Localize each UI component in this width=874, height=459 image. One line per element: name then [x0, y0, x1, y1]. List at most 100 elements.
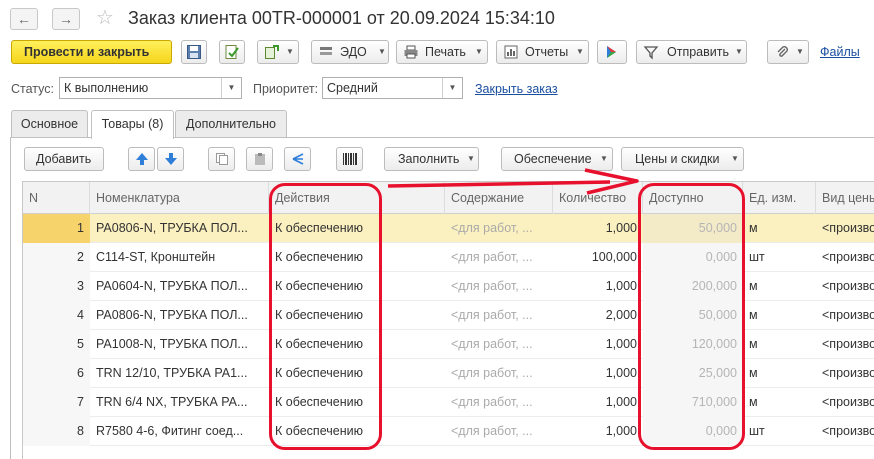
- cell-item[interactable]: PA1008-N, ТРУБКА ПОЛ...: [90, 330, 269, 359]
- cell-content[interactable]: <для работ, ...: [445, 243, 553, 272]
- save-button[interactable]: [181, 40, 207, 64]
- files-link[interactable]: Файлы: [820, 45, 860, 59]
- cell-unit[interactable]: шт: [743, 417, 816, 446]
- cell-content[interactable]: <для работ, ...: [445, 272, 553, 301]
- table-row[interactable]: 6 TRN 12/10, ТРУБКА PA1... К обеспечению <д…: [23, 359, 874, 388]
- column-header-unit[interactable]: Ед. изм.: [743, 182, 816, 214]
- cell-quantity[interactable]: 1,000: [553, 359, 643, 388]
- split-line-button[interactable]: [284, 147, 311, 171]
- cell-content[interactable]: <для работ, ...: [445, 388, 553, 417]
- cell-quantity[interactable]: 2,000: [553, 301, 643, 330]
- paste-button[interactable]: [246, 147, 273, 171]
- cell-price-type[interactable]: <произво: [816, 388, 874, 417]
- cell-content[interactable]: <для работ, ...: [445, 214, 553, 243]
- cell-n[interactable]: 3: [23, 272, 90, 301]
- cell-item[interactable]: PA0806-N, ТРУБКА ПОЛ...: [90, 301, 269, 330]
- cell-price-type[interactable]: <произво: [816, 214, 874, 243]
- table-row[interactable]: 1 PA0806-N, ТРУБКА ПОЛ... К обеспечению <дл…: [23, 214, 874, 243]
- cell-n[interactable]: 4: [23, 301, 90, 330]
- table-row[interactable]: 5 PA1008-N, ТРУБКА ПОЛ... К обеспечению <дл…: [23, 330, 874, 359]
- cell-price-type[interactable]: <произво: [816, 272, 874, 301]
- create-based-on-button[interactable]: ▼: [257, 40, 299, 64]
- barcode-button[interactable]: [336, 147, 363, 171]
- goods-table: N Номенклатура Действия Содержание Колич…: [22, 181, 874, 459]
- cell-quantity[interactable]: 1,000: [553, 417, 643, 446]
- cell-content[interactable]: <для работ, ...: [445, 330, 553, 359]
- add-button[interactable]: Добавить: [24, 147, 104, 171]
- tab-additional[interactable]: Дополнительно: [175, 110, 287, 138]
- cell-price-type[interactable]: <произво: [816, 359, 874, 388]
- back-button[interactable]: ←: [10, 8, 38, 30]
- cell-quantity[interactable]: 1,000: [553, 330, 643, 359]
- cell-item[interactable]: TRN 12/10, ТРУБКА PA1...: [90, 359, 269, 388]
- priority-label: Приоритет:: [253, 82, 319, 96]
- column-header-price-type[interactable]: Вид цены: [816, 182, 874, 214]
- send-button[interactable]: Отправить ▼: [636, 40, 747, 64]
- cell-item[interactable]: R7580 4-6, Фитинг соед...: [90, 417, 269, 446]
- post-and-close-button[interactable]: Провести и закрыть: [11, 40, 172, 64]
- cell-unit[interactable]: м: [743, 272, 816, 301]
- copy-button[interactable]: [208, 147, 235, 171]
- move-down-button[interactable]: [157, 147, 184, 171]
- print-button[interactable]: Печать ▼: [396, 40, 488, 64]
- cell-quantity[interactable]: 100,000: [553, 243, 643, 272]
- cell-n[interactable]: 7: [23, 388, 90, 417]
- page-title: Заказ клиента 00TR-000001 от 20.09.2024 …: [128, 8, 555, 28]
- copy-icon: [215, 153, 228, 165]
- cell-unit[interactable]: м: [743, 330, 816, 359]
- cell-unit[interactable]: м: [743, 359, 816, 388]
- cell-price-type[interactable]: <произво: [816, 330, 874, 359]
- cell-item[interactable]: PA0604-N, ТРУБКА ПОЛ...: [90, 272, 269, 301]
- cell-n[interactable]: 6: [23, 359, 90, 388]
- cell-n[interactable]: 2: [23, 243, 90, 272]
- favorite-star-icon[interactable]: ☆: [96, 5, 114, 30]
- cell-quantity[interactable]: 1,000: [553, 272, 643, 301]
- arrow-left-icon: ←: [17, 11, 31, 27]
- cell-content[interactable]: <для работ, ...: [445, 301, 553, 330]
- table-row[interactable]: 2 C114-ST, Кронштейн К обеспечению <для раб…: [23, 243, 874, 272]
- forward-button[interactable]: →: [52, 8, 80, 30]
- cell-unit[interactable]: м: [743, 301, 816, 330]
- attachments-button[interactable]: ▼: [767, 40, 809, 64]
- barcode-icon: [342, 153, 357, 165]
- table-row[interactable]: 3 PA0604-N, ТРУБКА ПОЛ... К обеспечению <дл…: [23, 272, 874, 301]
- status-select[interactable]: К выполнению ▼: [59, 77, 242, 99]
- cell-unit[interactable]: шт: [743, 243, 816, 272]
- cell-n[interactable]: 8: [23, 417, 90, 446]
- reports-button[interactable]: Отчеты ▼: [496, 40, 589, 64]
- send-icon: [643, 46, 659, 60]
- cell-unit[interactable]: м: [743, 388, 816, 417]
- cell-price-type[interactable]: <произво: [816, 301, 874, 330]
- post-button[interactable]: [219, 40, 245, 64]
- close-order-link[interactable]: Закрыть заказ: [475, 82, 558, 96]
- cell-n[interactable]: 1: [23, 214, 90, 243]
- cell-unit[interactable]: м: [743, 214, 816, 243]
- table-row[interactable]: 7 TRN 6/4 NX, ТРУБКА PA... К обеспечению <д…: [23, 388, 874, 417]
- cell-content[interactable]: <для работ, ...: [445, 417, 553, 446]
- cell-item[interactable]: PA0806-N, ТРУБКА ПОЛ...: [90, 214, 269, 243]
- arrow-down-icon: [164, 153, 177, 165]
- cell-quantity[interactable]: 1,000: [553, 388, 643, 417]
- priority-select[interactable]: Средний ▼: [322, 77, 463, 99]
- column-header-n[interactable]: N: [23, 182, 90, 214]
- table-row[interactable]: 4 PA0806-N, ТРУБКА ПОЛ... К обеспечению <дл…: [23, 301, 874, 330]
- table-row[interactable]: 8 R7580 4-6, Фитинг соед... К обеспечению <…: [23, 417, 874, 446]
- move-up-button[interactable]: [128, 147, 155, 171]
- share-button[interactable]: [597, 40, 627, 64]
- cell-item[interactable]: TRN 6/4 NX, ТРУБКА PA...: [90, 388, 269, 417]
- tab-main[interactable]: Основное: [11, 110, 88, 138]
- cell-price-type[interactable]: <произво: [816, 243, 874, 272]
- title-bar: ← → ☆ Заказ клиента 00TR-000001 от 20.09…: [0, 0, 874, 38]
- edo-button[interactable]: ЭДО ▼: [311, 40, 389, 64]
- cell-item[interactable]: C114-ST, Кронштейн: [90, 243, 269, 272]
- cell-quantity[interactable]: 1,000: [553, 214, 643, 243]
- post-icon: [225, 45, 239, 59]
- cell-n[interactable]: 5: [23, 330, 90, 359]
- tab-goods[interactable]: Товары (8): [91, 110, 174, 139]
- create-based-on-icon: [265, 45, 279, 59]
- cell-price-type[interactable]: <произво: [816, 417, 874, 446]
- paste-icon: [254, 153, 265, 165]
- share-icon: [607, 46, 616, 58]
- column-header-item[interactable]: Номенклатура: [90, 182, 269, 214]
- cell-content[interactable]: <для работ, ...: [445, 359, 553, 388]
